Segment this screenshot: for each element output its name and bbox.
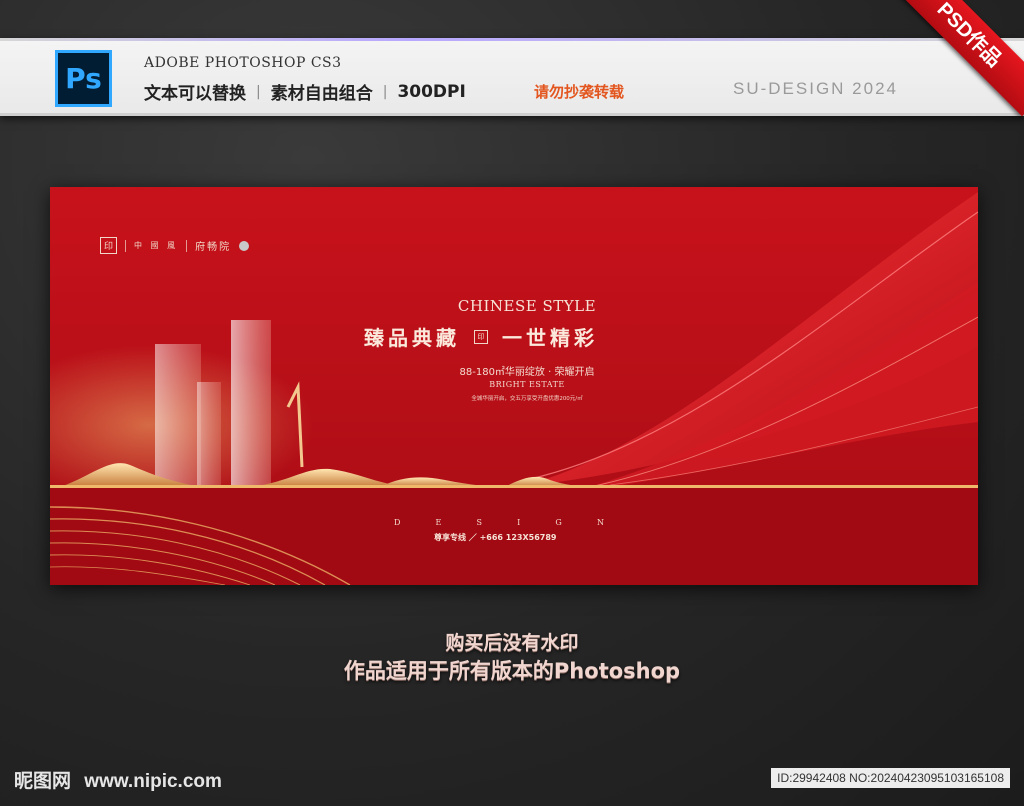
design-letter: I — [517, 518, 521, 527]
app-name: ADOBE PHOTOSHOP CS3 — [144, 55, 342, 71]
seal-icon: 印 — [474, 329, 488, 344]
feature-list: 文本可以替换 | 素材自由组合 | 300DPI — [144, 79, 466, 105]
dot-icon — [239, 240, 250, 251]
header-bar: Ps ADOBE PHOTOSHOP CS3 文本可以替换 | 素材自由组合 |… — [0, 38, 1024, 116]
hotline: 尊享专线 ／ +666 123X56789 — [434, 533, 557, 542]
headline-left: 臻品典藏 — [364, 326, 460, 350]
headline-chinese: 臻品典藏 印 一世精彩 — [364, 322, 598, 351]
feature-item: 300DPI — [397, 81, 466, 102]
site-url-link[interactable]: www.nipic.com — [84, 771, 222, 792]
separator: | — [382, 83, 388, 100]
brand-small-text: 中 國 風 — [134, 241, 179, 250]
area-tagline: 88-180㎡华丽绽放 · 荣耀开启 — [459, 367, 595, 378]
no-watermark-note: 购买后没有水印 — [445, 632, 579, 654]
headline-english: CHINESE STYLE — [457, 297, 597, 315]
brand-name: 府畅院 — [195, 242, 232, 253]
design-letter: N — [596, 518, 604, 527]
designer-brand: SU-DESIGN 2024 — [733, 79, 898, 98]
brand-mark: 印 中 國 風 府畅院 — [100, 237, 250, 254]
design-letters: D E S I G N — [394, 518, 604, 527]
feature-item: 素材自由组合 — [270, 84, 373, 104]
compatibility-note: 作品适用于所有版本的Photoshop — [343, 659, 681, 683]
divider — [186, 239, 188, 252]
feature-item: 文本可以替换 — [144, 84, 246, 104]
headline-right: 一世精彩 — [502, 326, 598, 350]
copy-warning: 请勿抄袭转载 — [534, 83, 625, 101]
design-letter: D — [394, 518, 401, 527]
site-name: 昵图网 — [14, 771, 72, 792]
design-letter: G — [555, 518, 562, 527]
separator: | — [256, 83, 261, 100]
site-watermark: 昵图网 www.nipic.com — [14, 766, 222, 793]
estate-name-english: BRIGHT ESTATE — [489, 380, 565, 389]
banner-artwork: 印 中 國 風 府畅院 CHINESE STYLE 臻品典藏 印 一世精彩 88… — [50, 187, 978, 585]
seal-icon: 印 — [100, 237, 117, 254]
photoshop-logo-icon: Ps — [55, 50, 112, 107]
promo-note: 全城华丽开启，交五万享受开盘优惠200元/㎡ — [471, 396, 583, 402]
design-letter: S — [476, 518, 482, 527]
design-letter: E — [435, 518, 442, 527]
image-id-label: ID:29942408 NO:20240423095103165108 — [771, 768, 1010, 788]
divider — [125, 239, 126, 252]
